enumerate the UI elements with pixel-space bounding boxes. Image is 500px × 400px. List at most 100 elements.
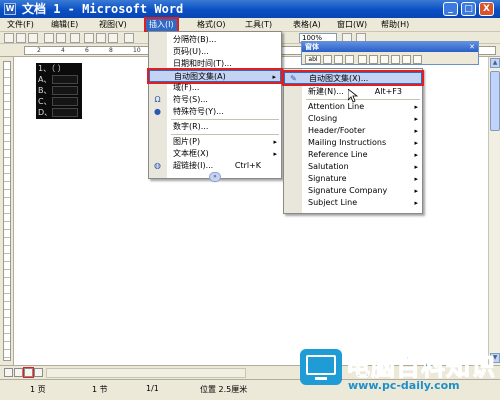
print-icon[interactable] [44, 33, 54, 43]
submenu-arrow-icon: ▸ [414, 187, 418, 195]
question-line: 1、（ ） [38, 64, 66, 73]
submenu-arrow-icon: ▸ [414, 103, 418, 111]
option-d-line: D、 [38, 108, 53, 117]
option-c-line: C、 [38, 97, 52, 106]
menu-item-signature-company[interactable]: Signature Company ▸ [284, 185, 422, 197]
forms-toolbar-caption: 窗体 ✕ [302, 42, 478, 52]
menu-item-page-numbers[interactable]: 页码(U)... [149, 46, 281, 58]
menu-format[interactable]: 格式(O) [194, 19, 229, 31]
menu-file[interactable]: 文件(F) [4, 19, 37, 31]
monitor-logo-icon [300, 349, 342, 385]
vertical-scrollbar[interactable]: ▲ ▼ [488, 57, 500, 365]
watermark-url: www.pc-daily.com [348, 379, 460, 392]
cut-icon[interactable] [84, 33, 94, 43]
menu-insert[interactable]: 插入(I) [144, 17, 179, 33]
option-b-line: B、 [38, 86, 52, 95]
word-app-icon[interactable]: W [4, 3, 16, 15]
print-layout-icon[interactable] [23, 367, 34, 378]
submenu-arrow-icon: ▸ [414, 163, 418, 171]
site-watermark: 电脑百科知识 www.pc-daily.com [300, 345, 498, 397]
ruler-tick: 4 [61, 47, 65, 54]
outline-view-icon[interactable] [34, 368, 43, 377]
vertical-ruler [0, 57, 14, 365]
selected-text-block[interactable]: 1、（ ） A、 B、 C、 D、 [36, 63, 82, 119]
menu-item-number[interactable]: 数字(R)... [149, 121, 281, 133]
menu-edit[interactable]: 编辑(E) [48, 19, 81, 31]
submenu-arrow-icon: ▸ [414, 151, 418, 159]
scroll-up-icon[interactable]: ▲ [490, 58, 500, 68]
dropdown-field-icon[interactable] [334, 55, 343, 64]
protect-form-icon[interactable] [413, 55, 422, 64]
menu-item-special-symbol[interactable]: ● 特殊符号(Y)... [149, 106, 281, 118]
expand-menu-chevron-icon[interactable]: » [209, 172, 221, 182]
menu-item-text-box[interactable]: 文本框(X) ▸ [149, 148, 281, 160]
menu-item-reference-line[interactable]: Reference Line ▸ [284, 149, 422, 161]
menu-item-hyperlink[interactable]: ◍ 超链接(I)... Ctrl+K [149, 160, 281, 172]
ruler-tick: 10 [133, 47, 141, 54]
save-icon[interactable] [28, 33, 38, 43]
menu-item-mailing-instructions[interactable]: Mailing Instructions ▸ [284, 137, 422, 149]
text-field-button[interactable]: abl [305, 55, 321, 64]
menu-item-date-time[interactable]: 日期和时间(T)... [149, 58, 281, 70]
maximize-button[interactable]: □ [461, 2, 476, 16]
menu-help[interactable]: 帮助(H) [378, 19, 412, 31]
menu-item-picture[interactable]: 图片(P) ▸ [149, 136, 281, 148]
menu-view[interactable]: 视图(V) [96, 19, 130, 31]
menu-window[interactable]: 窗口(W) [334, 19, 370, 31]
menu-item-header-footer[interactable]: Header/Footer ▸ [284, 125, 422, 137]
window-title: 文档 1 - Microsoft Word [22, 2, 184, 16]
menu-item-autotext[interactable]: 自动图文集(A) ▸ [147, 68, 283, 84]
status-section: 1 节 [92, 385, 108, 394]
insert-frame-icon[interactable] [380, 55, 389, 64]
draw-table-icon[interactable] [358, 55, 367, 64]
horizontal-scrollbar[interactable] [46, 368, 246, 378]
menu-item-subject-line[interactable]: Subject Line ▸ [284, 197, 422, 209]
minimize-button[interactable]: _ [443, 2, 458, 16]
menu-table[interactable]: 表格(A) [290, 19, 324, 31]
normal-view-icon[interactable] [4, 368, 13, 377]
status-page: 1 页 [30, 385, 46, 394]
submenu-arrow-icon: ▸ [273, 138, 277, 146]
scroll-thumb[interactable] [490, 71, 500, 131]
menu-bar: 文件(F) 编辑(E) 视图(V) 插入(I) 格式(O) 工具(T) 表格(A… [0, 17, 500, 33]
spelling-icon[interactable] [70, 33, 80, 43]
menu-item-symbol[interactable]: Ω 符号(S)... [149, 94, 281, 106]
hyperlink-globe-icon: ◍ [154, 161, 161, 170]
menu-separator [306, 99, 420, 100]
copy-icon[interactable] [96, 33, 106, 43]
format-painter-icon[interactable] [124, 33, 134, 43]
new-document-icon[interactable] [4, 33, 14, 43]
watermark-title: 电脑百科知识 [346, 353, 496, 382]
paste-icon[interactable] [108, 33, 118, 43]
print-preview-icon[interactable] [56, 33, 66, 43]
field-options-icon[interactable] [345, 55, 354, 64]
menu-item-field[interactable]: 域(F)... [149, 82, 281, 94]
menu-item-salutation[interactable]: Salutation ▸ [284, 161, 422, 173]
menu-item-autotext-dialog[interactable]: ✎ 自动图文集(X)... [282, 70, 424, 86]
submenu-arrow-icon: ▸ [273, 150, 277, 158]
menu-item-break[interactable]: 分隔符(B)... [149, 34, 281, 46]
menu-separator [171, 134, 279, 135]
open-folder-icon[interactable] [16, 33, 26, 43]
toolbar-close-icon[interactable]: ✕ [469, 42, 475, 52]
bullet-icon: ● [154, 107, 161, 116]
menu-item-signature[interactable]: Signature ▸ [284, 173, 422, 185]
status-position: 位置 2.5厘米 [200, 385, 248, 394]
title-bar: W 文档 1 - Microsoft Word _ □ X [0, 0, 500, 18]
insert-menu: 分隔符(B)... 页码(U)... 日期和时间(T)... 自动图文集(A) ▸… [147, 31, 283, 182]
insert-table-icon[interactable] [369, 55, 378, 64]
reset-fields-icon[interactable] [402, 55, 411, 64]
symbol-icon: Ω [154, 95, 161, 104]
option-a-line: A、 [38, 75, 52, 84]
menu-item-closing[interactable]: Closing ▸ [284, 113, 422, 125]
menu-tools[interactable]: 工具(T) [242, 19, 275, 31]
close-button[interactable]: X [479, 2, 494, 16]
field-shading-icon[interactable] [391, 55, 400, 64]
ruler-tick: 8 [109, 47, 113, 54]
submenu-arrow-icon: ▸ [414, 175, 418, 183]
ruler-tick: 2 [37, 47, 41, 54]
web-view-icon[interactable] [14, 368, 23, 377]
ruler-tick: 6 [85, 47, 89, 54]
autotext-icon: ✎ [290, 74, 297, 83]
checkbox-field-icon[interactable] [323, 55, 332, 64]
